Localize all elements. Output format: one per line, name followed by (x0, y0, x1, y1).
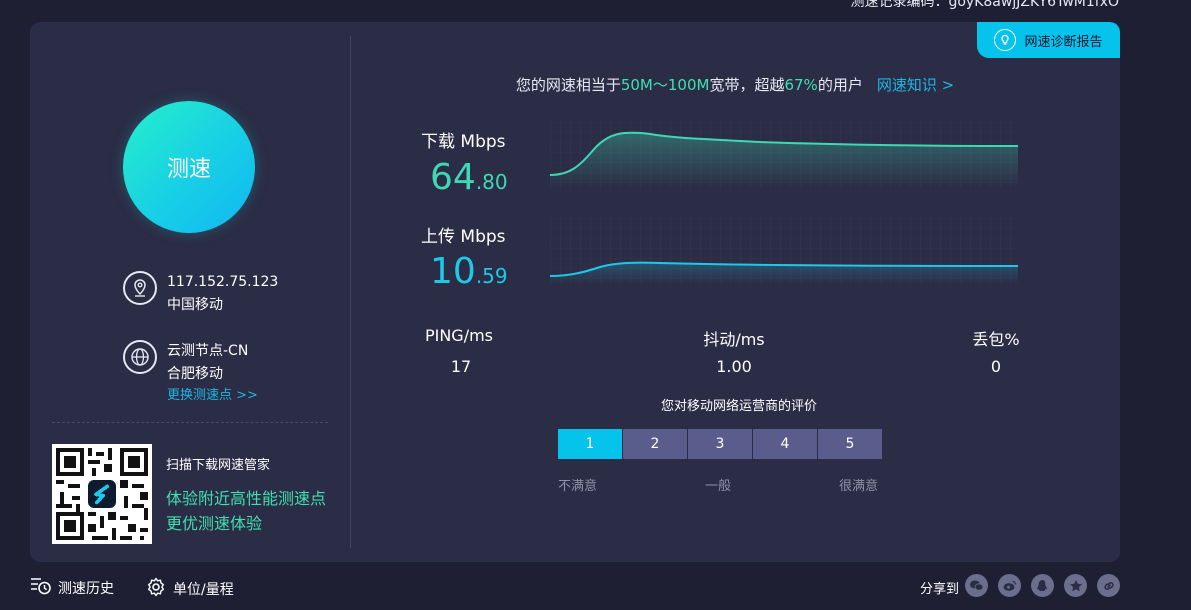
isp-name: 中国移动 (167, 297, 223, 313)
ip-address: 117.152.75.123 (167, 274, 279, 290)
qq-icon[interactable] (1031, 574, 1054, 597)
ping-label: PING/ms (424, 326, 494, 345)
jitter-label: 抖动/ms (703, 330, 765, 349)
gear-icon (145, 576, 167, 602)
download-value: 64.80 (430, 158, 508, 202)
download-int: 64 (430, 157, 476, 198)
qr-line-1: 体验附近高性能测速点 (166, 489, 327, 508)
start-test-button[interactable]: 测速 (123, 101, 255, 233)
summary-bandwidth: 50M～100M (620, 76, 710, 94)
node-name: 云测节点-CN (167, 343, 249, 359)
bulb-icon (994, 29, 1017, 51)
rating-high-label: 很满意 (839, 479, 879, 494)
diagnosis-report-button[interactable]: 网速诊断报告 (977, 22, 1120, 58)
summary-prefix: 您的网速相当于 (515, 76, 621, 94)
rating-low-label: 不满意 (558, 479, 598, 494)
history-label: 测速历史 (58, 581, 114, 597)
upload-dec: .59 (475, 264, 508, 288)
node-location: 合肥移动 (167, 366, 223, 382)
upload-chart (550, 218, 1018, 284)
history-button[interactable]: 测速历史 (30, 576, 114, 600)
summary-percent: 67% (784, 76, 818, 94)
jitter-value: 1.00 (716, 357, 752, 376)
share-icons (965, 574, 1120, 597)
share-label: 分享到 (919, 582, 959, 597)
upload-int: 10 (430, 251, 476, 292)
ip-info: 117.152.75.123 中国移动 (123, 271, 278, 317)
result-panel: 网速诊断报告 测速 117.152.75.123 中国移动 云测节点-CN 合肥… (30, 22, 1120, 562)
upload-value: 10.59 (430, 252, 508, 296)
packet-loss-value: 0 (990, 357, 1002, 376)
rating-scale: 1 2 3 4 5 (558, 429, 882, 459)
wechat-icon[interactable] (965, 574, 988, 597)
qzone-star-icon[interactable] (1064, 574, 1087, 597)
packet-loss-label: 丢包% (972, 330, 1020, 349)
diagnosis-report-label: 网速诊断报告 (1024, 34, 1103, 50)
units-button[interactable]: 单位/量程 (145, 576, 234, 602)
summary-suffix: 的用户 (817, 76, 863, 94)
rating-option-2[interactable]: 2 (623, 429, 687, 459)
history-icon (30, 576, 52, 600)
column-divider (350, 36, 351, 548)
download-chart (550, 122, 1018, 188)
node-info: 云测节点-CN 合肥移动 更换测速点 >> (123, 340, 258, 406)
qr-code (52, 444, 152, 544)
record-code: 测速记录编码：goyK8awjJZKY6TwM1fxO (850, 0, 1119, 10)
rating-mid-label: 一般 (705, 479, 732, 494)
upload-label: 上传 Mbps (421, 227, 506, 247)
ping-value: 17 (450, 357, 472, 376)
rating-option-3[interactable]: 3 (688, 429, 752, 459)
rating-title: 您对移动网络运营商的评价 (660, 399, 817, 414)
start-test-label: 测速 (166, 157, 211, 182)
download-dec: .80 (475, 170, 508, 194)
location-pin-icon (123, 271, 157, 305)
link-icon[interactable] (1097, 574, 1120, 597)
download-label: 下载 Mbps (421, 132, 506, 152)
weibo-icon[interactable] (998, 574, 1021, 597)
rating-option-1[interactable]: 1 (558, 429, 622, 459)
globe-icon (123, 340, 157, 374)
rating-option-5[interactable]: 5 (818, 429, 882, 459)
change-node-link[interactable]: 更换测速点 >> (167, 386, 258, 406)
rating-option-4[interactable]: 4 (753, 429, 817, 459)
units-label: 单位/量程 (173, 582, 234, 598)
speed-knowledge-link[interactable]: 网速知识 > (877, 76, 954, 94)
qr-subtitle: 体验附近高性能测速点 更优测速体验 (166, 486, 326, 536)
qr-title: 扫描下载网速管家 (166, 458, 271, 473)
summary-middle: 宽带，超越 (709, 76, 785, 94)
qr-line-2: 更优测速体验 (166, 514, 263, 533)
speed-summary: 您的网速相当于50M～100M宽带，超越67%的用户 网速知识 > (350, 74, 1120, 95)
left-divider (52, 422, 328, 423)
